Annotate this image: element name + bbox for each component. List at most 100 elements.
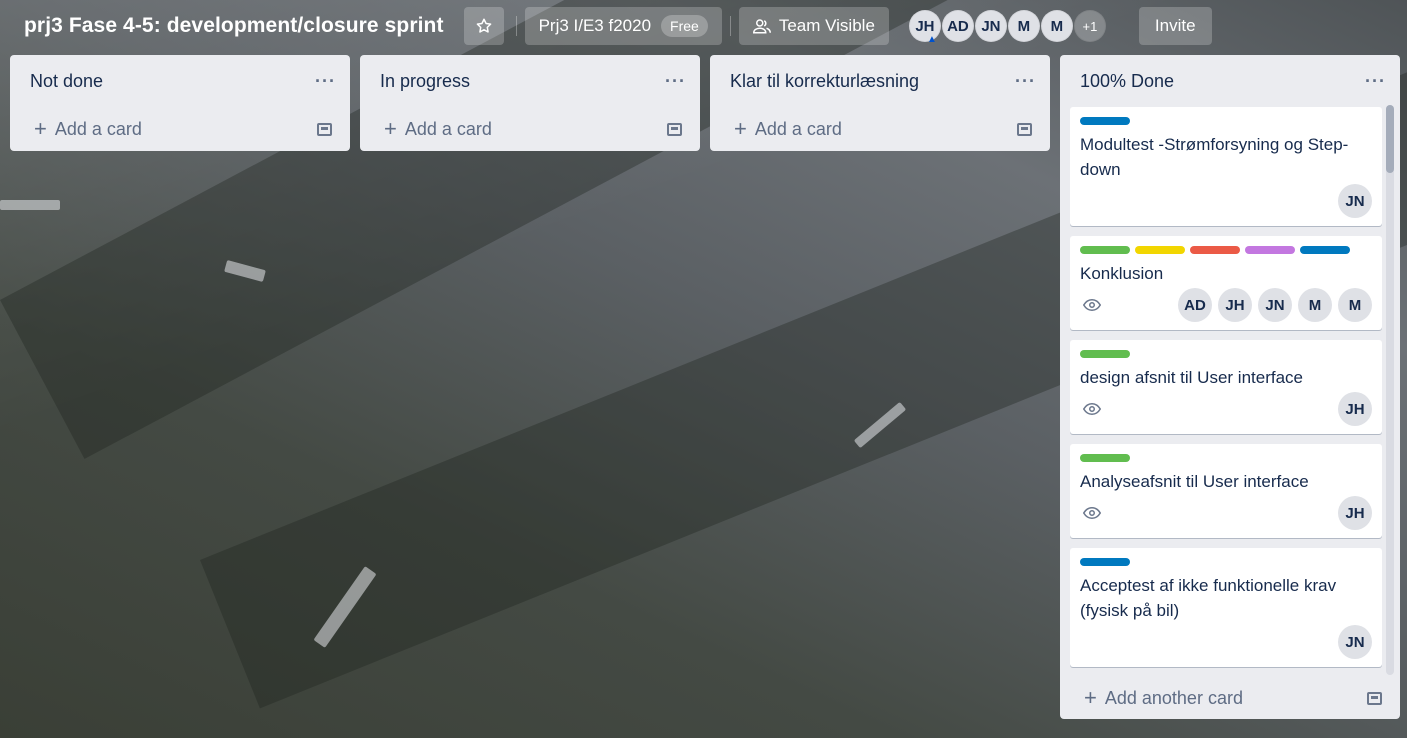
member-avatar[interactable]: JN [1258, 288, 1292, 322]
list-title[interactable]: In progress [380, 71, 470, 92]
header-divider [729, 16, 731, 36]
card[interactable]: Modultest -Strømforsyning og Step-down JN [1070, 107, 1382, 226]
workspace-name: Prj3 I/E3 f2020 [538, 16, 652, 35]
card-label[interactable] [1135, 246, 1185, 254]
plus-icon: + [384, 116, 397, 141]
member-avatar[interactable]: JN [1338, 184, 1372, 218]
member-avatar[interactable]: JH [1338, 496, 1372, 530]
visibility-label: Team Visible [778, 16, 875, 35]
card-badges: JH [1080, 392, 1372, 426]
more-horizontal-icon[interactable]: ··· [1365, 71, 1386, 92]
card-title: Modultest -Strømforsyning og Step-down [1080, 135, 1349, 179]
card-labels [1080, 558, 1372, 566]
card-members: AD JH JN M M [1178, 288, 1372, 322]
add-card-row: + Add a card [710, 107, 1050, 151]
plan-badge: Free [661, 15, 708, 37]
card-label[interactable] [1080, 558, 1130, 566]
card-labels [1080, 117, 1372, 125]
more-horizontal-icon[interactable]: ··· [665, 71, 686, 92]
more-horizontal-icon[interactable]: ··· [315, 71, 336, 92]
card-members: JH [1338, 496, 1372, 530]
member-avatar[interactable]: JH [1338, 392, 1372, 426]
card-badges: JN [1080, 184, 1372, 218]
add-card-button[interactable]: + Add a card [734, 116, 842, 141]
add-card-label: Add a card [54, 118, 142, 139]
card-members: JH [1338, 392, 1372, 426]
member-initials: JN [981, 17, 1001, 35]
header-divider [515, 16, 517, 36]
card-title: design afsnit til User interface [1080, 368, 1303, 387]
add-card-label: Add a card [404, 118, 492, 139]
card[interactable]: Analyseafsnit til User interface JH [1070, 444, 1382, 538]
card-label[interactable] [1190, 246, 1240, 254]
card-template-icon[interactable] [667, 122, 682, 136]
member-initials: JH [915, 17, 935, 35]
card-title: Acceptest af ikke funktionelle krav (fys… [1080, 576, 1337, 620]
card-label[interactable] [1300, 246, 1350, 254]
card-template-icon[interactable] [317, 122, 332, 136]
list-header: Not done ··· [10, 55, 350, 107]
card-labels [1080, 350, 1372, 358]
board-header: prj3 Fase 4-5: development/closure sprin… [0, 0, 1407, 52]
board-title[interactable]: prj3 Fase 4-5: development/closure sprin… [24, 14, 444, 38]
member-avatar[interactable]: AD [1178, 288, 1212, 322]
eye-icon [1080, 507, 1104, 519]
workspace-button[interactable]: Prj3 I/E3 f2020 Free [524, 7, 722, 45]
card-label[interactable] [1080, 246, 1130, 254]
member-avatar[interactable]: M [1298, 288, 1332, 322]
card-labels [1080, 454, 1372, 462]
member-avatar[interactable]: JH [1218, 288, 1252, 322]
list-header: 100% Done ··· [1060, 55, 1400, 107]
list-title[interactable]: Not done [30, 71, 103, 92]
add-card-row: + Add a card [10, 107, 350, 151]
member-avatar[interactable]: JN [974, 10, 1007, 42]
card[interactable]: Acceptest af ikke funktionelle krav (fys… [1070, 548, 1382, 667]
add-card-label: Add a card [754, 118, 842, 139]
card[interactable]: design afsnit til User interface JH [1070, 340, 1382, 434]
board-members: JH ▲ AD JN M M +1 [908, 10, 1107, 45]
card[interactable]: Konklusion AD JH JN M M [1070, 236, 1382, 330]
list-title[interactable]: 100% Done [1080, 71, 1174, 92]
member-avatar[interactable]: JN [1338, 625, 1372, 659]
card-template-icon[interactable] [1367, 691, 1382, 705]
member-initials: M [1050, 17, 1064, 35]
star-board-button[interactable] [463, 7, 504, 45]
card-title: Konklusion [1080, 264, 1164, 283]
add-card-label: Add another card [1104, 687, 1243, 708]
list-100-done: 100% Done ··· Modultest -Strømforsyning … [1060, 55, 1400, 719]
add-card-button[interactable]: + Add a card [384, 116, 492, 141]
list-title[interactable]: Klar til korrekturlæsning [730, 71, 919, 92]
more-members-button[interactable]: +1 [1073, 10, 1106, 42]
admin-chevron-icon: ▲ [927, 34, 937, 45]
list-in-progress: In progress ··· + Add a card [360, 55, 700, 151]
invite-button[interactable]: Invite [1138, 7, 1212, 45]
member-avatar[interactable]: AD [941, 10, 974, 42]
card-badges: JH [1080, 496, 1372, 530]
add-another-card-button[interactable]: + Add another card [1084, 687, 1243, 709]
card-title: Analyseafsnit til User interface [1080, 472, 1309, 491]
team-icon [752, 19, 771, 34]
card-label[interactable] [1080, 117, 1130, 125]
member-avatar[interactable]: JH ▲ [908, 10, 941, 45]
plus-icon: + [734, 116, 747, 141]
add-card-button[interactable]: + Add a card [34, 116, 142, 141]
list-header: Klar til korrekturlæsning ··· [710, 55, 1050, 107]
member-avatar[interactable]: M [1007, 10, 1040, 42]
card-label[interactable] [1080, 454, 1130, 462]
card-badges: AD JH JN M M [1080, 288, 1372, 322]
add-card-row: + Add a card [360, 107, 700, 151]
list-header: In progress ··· [360, 55, 700, 107]
more-horizontal-icon[interactable]: ··· [1015, 71, 1036, 92]
card-members: JN [1338, 625, 1372, 659]
card-label[interactable] [1080, 350, 1130, 358]
member-avatar[interactable]: M [1040, 10, 1073, 42]
member-avatar[interactable]: M [1338, 288, 1372, 322]
plus-icon: + [34, 116, 47, 141]
add-card-row: + Add another card [1060, 677, 1400, 719]
card-members: JN [1338, 184, 1372, 218]
card-label[interactable] [1245, 246, 1295, 254]
card-list: Modultest -Strømforsyning og Step-down JN… [1060, 107, 1400, 667]
visibility-button[interactable]: Team Visible [738, 7, 889, 45]
list-not-done: Not done ··· + Add a card [10, 55, 350, 151]
card-template-icon[interactable] [1017, 122, 1032, 136]
